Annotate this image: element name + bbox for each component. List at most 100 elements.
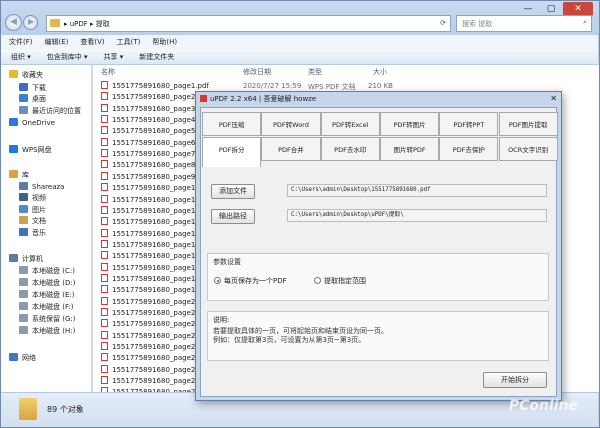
tab-row1-1[interactable]: PDF转Word [261, 112, 321, 136]
refresh-icon[interactable]: ⟳ [440, 19, 446, 27]
menu-tools[interactable]: 工具(T) [117, 35, 141, 49]
file-row[interactable]: 1551775891680_page20.p [101, 296, 207, 308]
sidebar-item[interactable]: 桌面 [19, 94, 46, 105]
tab-row1-5[interactable]: PDF图片提取 [498, 112, 558, 136]
breadcrumb-item-extract[interactable]: 提取 [96, 20, 110, 28]
sidebar-item[interactable]: 库 [9, 170, 29, 181]
sidebar-item[interactable]: 计算机 [9, 254, 43, 265]
file-row[interactable]: 1551775891680_page6.pd [101, 137, 206, 149]
search-input[interactable]: 搜索 提取 ⌕ [456, 15, 592, 32]
sidebar-item[interactable]: OneDrive [9, 118, 55, 129]
option-each-page[interactable]: 每页保存为一个PDF [214, 276, 287, 286]
new-folder-button[interactable]: 新建文件夹 [139, 49, 174, 65]
pdf-file-icon [101, 137, 108, 146]
sidebar-item[interactable]: 本地磁盘 (H:) [19, 326, 75, 337]
drive-icon [19, 314, 28, 322]
tab-row1-4[interactable]: PDF转PPT [439, 112, 499, 136]
sidebar-item[interactable]: 本地磁盘 (D:) [19, 278, 75, 289]
tab-row2-5[interactable]: OCR文字识别 [498, 137, 558, 161]
tab-row1-3[interactable]: PDF转图片 [379, 112, 440, 136]
sidebar-item[interactable]: 本地磁盘 (E:) [19, 290, 74, 301]
tab-row1-0[interactable]: PDF压缩 [202, 112, 262, 136]
minimize-button[interactable]: — [517, 2, 539, 16]
maximize-button[interactable]: ▢ [540, 2, 562, 16]
column-size[interactable]: 大小 [373, 67, 387, 77]
sidebar-item[interactable]: 最近访问的位置 [19, 106, 81, 117]
column-name[interactable]: 名称 [101, 67, 115, 77]
file-name: 1551775891680_page25.p [112, 354, 207, 363]
column-date[interactable]: 修改日期 [243, 67, 271, 77]
file-row[interactable]: 1551775891680_page22.p [101, 319, 206, 330]
include-in-library-button[interactable]: 包含到库中 ▾ [47, 49, 88, 65]
menu-file[interactable]: 文件(F) [9, 35, 33, 49]
file-row[interactable]: 1551775891680_page11.p [101, 194, 206, 206]
sidebar-item[interactable]: 下载 [19, 83, 46, 94]
sidebar-item-label: 系统保留 (G:) [32, 315, 76, 323]
sidebar-item[interactable]: 文档 [19, 216, 46, 227]
drive-icon [19, 290, 28, 298]
share-button[interactable]: 共享 ▾ [104, 49, 124, 65]
sidebar-item[interactable]: 图片 [19, 205, 46, 216]
file-row[interactable]: 1551775891680_page24.p [101, 342, 206, 353]
file-row[interactable]: 1551775891680_page13.p [101, 217, 206, 228]
file-row[interactable]: 1551775891680_page3.pd [101, 103, 206, 115]
file-row[interactable]: 1551775891680_page19.p [101, 285, 206, 296]
file-row[interactable]: 1551775891680_page9.pd [101, 171, 206, 183]
file-name: 1551775891680_page20.p [112, 297, 207, 306]
file-row[interactable]: 1551775891680_page4.pd [101, 115, 206, 126]
organize-button[interactable]: 组织 ▾ [11, 49, 31, 65]
tab-row2-4[interactable]: PDF去保护 [439, 137, 499, 161]
start-split-button[interactable]: 开始拆分 [483, 372, 547, 388]
file-row[interactable]: 1551775891680_page7.pd [101, 149, 206, 160]
add-file-button[interactable]: 添加文件 [211, 184, 255, 199]
address-bar[interactable]: ▸ uPDF ▸ 提取 ⟳ [46, 15, 451, 32]
tab-row1-2[interactable]: PDF转Excel [320, 112, 380, 136]
file-row[interactable]: 1551775891680_page17.p [101, 262, 206, 274]
pdf-file-icon [101, 342, 108, 351]
menu-help[interactable]: 帮助(H) [152, 35, 177, 49]
close-button[interactable]: ✕ [563, 2, 593, 16]
file-row[interactable]: 1551775891680_page15.p [101, 239, 206, 251]
sidebar-item[interactable]: 网络 [9, 353, 36, 364]
file-row[interactable]: 1551775891680_page18.p [101, 273, 206, 285]
file-row[interactable]: 1551775891680_page14.p [101, 228, 206, 240]
tab-row2-1[interactable]: PDF合并 [261, 137, 321, 161]
file-row[interactable]: 1551775891680_page16.p [101, 251, 206, 262]
sidebar-item[interactable]: 本地磁盘 (C:) [19, 266, 75, 277]
menu-edit[interactable]: 编辑(E) [45, 35, 69, 49]
option-range[interactable]: 提取指定范围 [314, 276, 366, 286]
file-row[interactable]: 1551775891680_page1.pdf [101, 81, 209, 92]
forward-button[interactable]: ▶ [23, 15, 38, 30]
file-row[interactable]: 1551775891680_page27.p [101, 376, 206, 387]
file-row[interactable]: 1551775891680_page12.p [101, 205, 206, 217]
sidebar-item[interactable]: 收藏夹 [9, 70, 43, 81]
drive-icon [19, 266, 28, 274]
file-row[interactable]: 1551775891680_page23.p [101, 330, 206, 342]
sidebar-item[interactable]: 系统保留 (G:) [19, 314, 75, 325]
tab-row2-2[interactable]: PDF去水印 [320, 137, 380, 161]
file-row[interactable]: 1551775891680_page10.p [101, 183, 206, 194]
output-path-field[interactable]: C:\Users\admin\Desktop\uPDF\提取\ [287, 209, 547, 222]
column-type[interactable]: 类型 [308, 67, 322, 77]
sidebar-item[interactable]: 视频 [19, 193, 46, 204]
file-row[interactable]: 1551775891680_page25.p [101, 353, 206, 364]
file-row[interactable]: 1551775891680_page5.pd [101, 126, 206, 137]
input-file-path[interactable]: C:\Users\admin\Desktop\1551775891680.pdf [287, 184, 547, 197]
file-row[interactable]: 1551775891680_page26.p [101, 364, 206, 376]
output-path-button[interactable]: 输出路径 [211, 209, 255, 224]
sidebar-item[interactable]: 音乐 [19, 228, 46, 239]
file-row[interactable]: 1551775891680_page8.pd [101, 160, 206, 171]
search-icon[interactable]: ⌕ [583, 18, 587, 27]
sidebar-item[interactable]: Shareaza [19, 182, 64, 193]
menu-view[interactable]: 查看(V) [80, 35, 104, 49]
breadcrumb-item-upd[interactable]: uPDF [70, 20, 88, 28]
sidebar-item[interactable]: 本地磁盘 (F:) [19, 302, 74, 313]
tab-row2-3[interactable]: 图片转PDF [379, 137, 440, 161]
tab-row2-0[interactable]: PDF拆分 [202, 137, 262, 167]
sidebar-item[interactable]: WPS网盘 [9, 145, 52, 156]
dialog-close-icon[interactable]: ✕ [550, 94, 557, 103]
back-button[interactable]: ◀ [5, 14, 22, 31]
file-row[interactable]: 1551775891680_page21.p [101, 308, 206, 319]
pdf-file-icon [101, 115, 108, 124]
file-row[interactable]: 1551775891680_page2.pd [101, 92, 206, 103]
